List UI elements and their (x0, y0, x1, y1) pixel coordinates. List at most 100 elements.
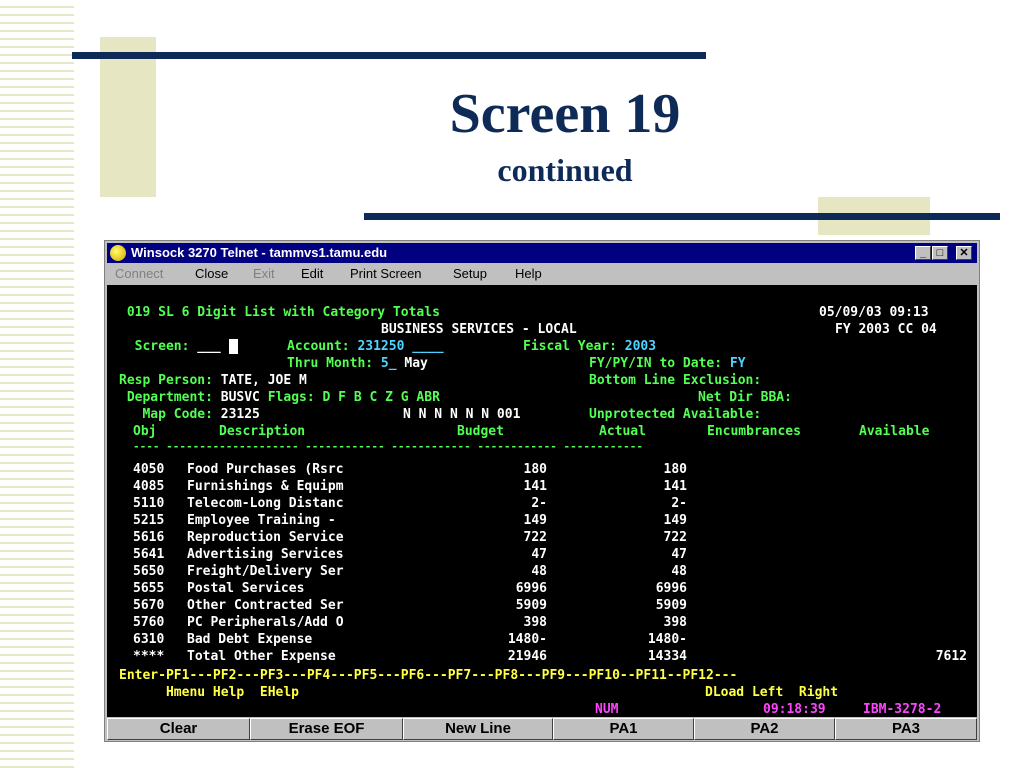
to-date-row: FY/PY/IN to Date: FY (589, 355, 746, 372)
screen-input[interactable]: ___ (197, 339, 220, 354)
clear-button[interactable]: Clear (107, 718, 250, 740)
row-description: Telecom-Long Distanc (187, 496, 344, 511)
row-budget: 398 (523, 615, 547, 630)
new-line-button[interactable]: New Line (403, 718, 553, 740)
pa3-button[interactable]: PA3 (835, 718, 977, 740)
menu-connect[interactable]: Connect (115, 264, 163, 284)
decorative-block (100, 37, 156, 197)
fiscal-year-label: Fiscal Year: (523, 339, 617, 354)
row-description: Furnishings & Equipm (187, 479, 344, 494)
resp-person-label: Resp Person: (119, 373, 213, 388)
to-date-label: FY/PY/IN to Date: (589, 356, 723, 371)
pa2-button[interactable]: PA2 (694, 718, 835, 740)
bottom-line-label: Bottom Line Exclusion: (589, 373, 762, 388)
row-available (867, 478, 967, 495)
pf-key-line: Enter-PF1---PF2---PF3---PF4---PF5---PF6-… (119, 668, 738, 683)
row-budget: 141 (523, 479, 547, 494)
thru-month-row: Thru Month: 5_ May (287, 355, 428, 372)
minimize-button[interactable]: _ (915, 246, 931, 260)
row-obj: 4085 (133, 479, 165, 494)
decorative-rule-top (72, 52, 706, 59)
column-header-description: Description (219, 424, 306, 439)
window-title: Winsock 3270 Telnet - tammvs1.tamu.edu (131, 245, 388, 260)
row-obj: 5760 (133, 615, 165, 630)
menu-exit[interactable]: Exit (253, 264, 275, 284)
decorative-rule-bottom (364, 213, 1000, 220)
close-window-button[interactable]: ✕ (956, 246, 972, 260)
row-available (867, 546, 967, 563)
thru-month-input[interactable]: 5_ (381, 356, 397, 371)
row-description: Advertising Services (187, 547, 344, 562)
thru-month-label: Thru Month: (287, 356, 374, 371)
resp-person-value: TATE, JOE M (220, 373, 307, 388)
account-row: Account: 231250 ____ (287, 338, 444, 355)
flag-values: N N N N N N 001 (403, 407, 521, 422)
row-actual: 5909 (655, 598, 687, 613)
erase-eof-button[interactable]: Erase EOF (250, 718, 403, 740)
row-description: Other Contracted Ser (187, 598, 344, 613)
row-actual: 1480- (647, 632, 687, 647)
winsock-globe-icon (110, 245, 126, 261)
report-heading: 019 SL 6 Digit List with Category Totals (119, 305, 440, 320)
decorative-stripes (0, 0, 74, 768)
row-obj: 4050 (133, 462, 165, 477)
row-actual: 2- (671, 496, 687, 511)
row-budget: 2- (531, 496, 547, 511)
row-obj: 5215 (133, 513, 165, 528)
row-obj: 5655 (133, 581, 165, 596)
slide-title: Screen 19 (449, 83, 681, 145)
menu-edit[interactable]: Edit (301, 264, 323, 284)
row-available (867, 563, 967, 580)
window-titlebar[interactable]: Winsock 3270 Telnet - tammvs1.tamu.edu _… (107, 243, 977, 263)
row-description: Postal Services (187, 581, 305, 596)
menu-setup[interactable]: Setup (453, 264, 487, 284)
row-available: 7612 (935, 649, 967, 664)
to-date-input[interactable]: FY (730, 356, 746, 371)
row-actual: 398 (663, 615, 687, 630)
row-obj: 6310 (133, 632, 165, 647)
account-input[interactable]: 231250 ____ (357, 339, 443, 354)
function-key-bar: Clear Erase EOF New Line PA1 PA2 PA3 (107, 718, 977, 740)
maximize-button[interactable]: □ (932, 246, 948, 260)
row-available (867, 512, 967, 529)
row-description: Reproduction Service (187, 530, 344, 545)
row-actual: 141 (663, 479, 687, 494)
row-actual: 14334 (647, 649, 687, 664)
resp-person-row: Resp Person: TATE, JOE M (119, 372, 307, 389)
row-obj: 5670 (133, 598, 165, 613)
thru-month-name: May (404, 356, 428, 371)
terminal-screen[interactable]: 019 SL 6 Digit List with Category Totals… (107, 285, 977, 717)
row-description: Employee Training - (187, 513, 336, 528)
row-available (867, 529, 967, 546)
row-budget: 1480- (507, 632, 547, 647)
map-code-row: Map Code: 23125 (119, 406, 259, 423)
row-available (867, 631, 967, 648)
row-budget: 48 (531, 564, 547, 579)
row-obj: 5110 (133, 496, 165, 511)
flags-label: Flags: (267, 390, 315, 405)
report-fy-cc: FY 2003 CC 04 (835, 322, 937, 337)
row-description: Freight/Delivery Ser (187, 564, 344, 579)
row-description: Bad Debt Expense (187, 632, 313, 647)
fiscal-year-input[interactable]: 2003 (625, 339, 656, 354)
menu-bar: Connect Close Exit Edit Print Screen Set… (107, 264, 977, 284)
row-budget: 180 (523, 462, 547, 477)
row-available (867, 614, 967, 631)
menu-close[interactable]: Close (195, 264, 228, 284)
row-actual: 722 (663, 530, 687, 545)
department-row: Department: BUSVC Flags: D F B C Z G ABR (119, 389, 440, 406)
row-budget: 6996 (515, 581, 547, 596)
account-label: Account: (287, 339, 350, 354)
pf-labels-right[interactable]: DLoad Left Right (705, 684, 838, 701)
telnet-window: Winsock 3270 Telnet - tammvs1.tamu.edu _… (104, 240, 980, 742)
menu-help[interactable]: Help (515, 264, 542, 284)
row-description: Total Other Expense (187, 649, 336, 664)
pf-labels-left[interactable]: Hmenu Help EHelp (119, 684, 299, 701)
menu-print-screen[interactable]: Print Screen (350, 264, 422, 284)
fiscal-year-row: Fiscal Year: 2003 (523, 338, 656, 355)
pa1-button[interactable]: PA1 (553, 718, 694, 740)
row-available (867, 495, 967, 512)
row-budget: 5909 (515, 598, 547, 613)
text-cursor (229, 339, 238, 354)
row-budget: 149 (523, 513, 547, 528)
